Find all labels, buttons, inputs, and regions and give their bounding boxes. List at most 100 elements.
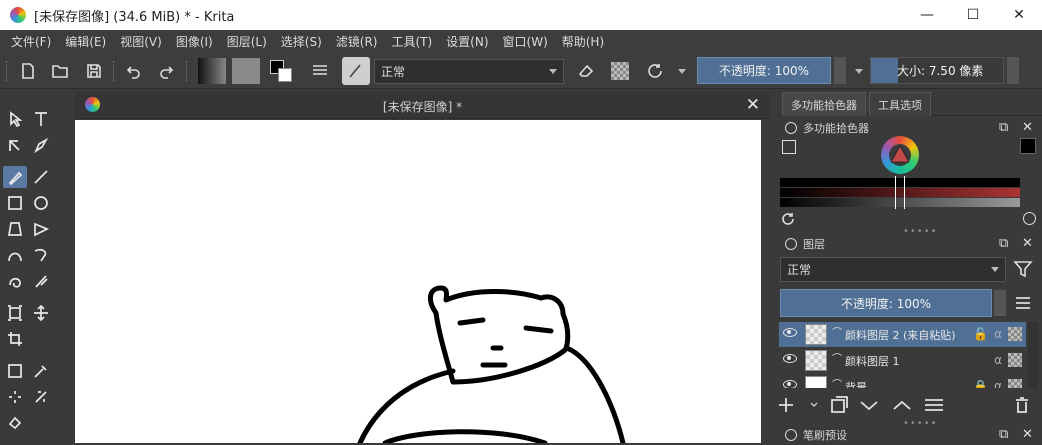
chevron-down-icon[interactable] (674, 59, 690, 83)
brush-preset-icon[interactable] (342, 57, 370, 85)
transform-tool-icon[interactable] (3, 302, 27, 324)
inherit-alpha-icon[interactable] (1008, 379, 1022, 388)
line-tool-icon[interactable] (29, 166, 53, 188)
assistant-tool-icon[interactable] (29, 386, 53, 408)
crop-tool-icon[interactable] (3, 328, 27, 350)
size-spin-buttons[interactable] (1007, 57, 1019, 84)
float-panel-icon[interactable]: ⧉ (999, 120, 1008, 135)
float-panel-icon[interactable]: ⧉ (999, 236, 1008, 251)
pattern-preset-icon[interactable] (232, 58, 260, 84)
menu-select[interactable]: 选择(S) (274, 33, 329, 50)
multibrush-tool-icon[interactable] (29, 270, 53, 292)
new-document-icon[interactable] (16, 59, 40, 83)
undo-icon[interactable] (122, 59, 146, 83)
calligraphy-tool-icon[interactable] (29, 134, 53, 156)
redo-icon[interactable] (154, 59, 178, 83)
menu-view[interactable]: 视图(V) (113, 33, 169, 50)
close-panel-icon[interactable]: ✕ (1022, 120, 1033, 135)
maximize-button[interactable]: ☐ (950, 0, 996, 30)
polygon-tool-icon[interactable] (3, 218, 27, 240)
color-picker-tool-icon[interactable] (29, 360, 53, 382)
alpha-icon[interactable]: α (994, 379, 1002, 388)
opacity-slider[interactable]: 不透明度: 100% (697, 57, 831, 84)
menu-help[interactable]: 帮助(H) (555, 33, 611, 50)
alpha-icon[interactable]: α (994, 353, 1002, 367)
fill-tool-icon[interactable] (3, 412, 27, 434)
layer-row[interactable]: ⌒ 颜料图层 2 (来自粘贴) 🔓 α (779, 322, 1026, 347)
gradient-preset-icon[interactable] (198, 58, 226, 84)
freehand-brush-tool-icon[interactable] (3, 166, 27, 188)
float-panel-icon[interactable]: ⧉ (999, 427, 1008, 442)
close-document-icon[interactable]: ✕ (746, 95, 760, 115)
smart-patch-tool-icon[interactable] (3, 386, 27, 408)
size-slider[interactable]: 大小: 7.50 像素 (870, 57, 1004, 84)
open-folder-icon[interactable] (48, 59, 72, 83)
eraser-icon[interactable] (574, 59, 598, 83)
refresh-icon[interactable] (781, 212, 795, 226)
rectangle-tool-icon[interactable] (3, 192, 27, 214)
chevron-down-icon[interactable] (852, 59, 866, 83)
save-icon[interactable] (82, 59, 106, 83)
layer-opacity-spin-buttons[interactable] (994, 290, 1006, 316)
menu-settings[interactable]: 设置(N) (439, 33, 495, 50)
alpha-lock-icon[interactable] (608, 59, 632, 83)
canvas-scrollbar[interactable] (761, 120, 770, 443)
hamburger-menu-icon[interactable] (1015, 296, 1031, 310)
eye-icon[interactable] (783, 328, 797, 337)
lock-icon[interactable] (785, 429, 797, 441)
canvas-tab-title[interactable]: [未保存图像] * (75, 98, 770, 115)
color-selector-settings-icon[interactable] (782, 140, 796, 154)
tab-advanced-color-selector[interactable]: 多功能拾色器 (782, 92, 866, 116)
lock-icon[interactable] (785, 122, 797, 134)
hue-ring[interactable] (881, 136, 919, 174)
menu-edit[interactable]: 编辑(E) (58, 33, 113, 50)
ellipse-tool-icon[interactable] (29, 192, 53, 214)
layers-scrollbar[interactable] (1028, 322, 1038, 388)
inherit-alpha-icon[interactable] (1008, 353, 1022, 367)
drawing-canvas[interactable] (75, 120, 761, 443)
eye-icon[interactable] (783, 354, 797, 363)
layer-blend-mode-select[interactable]: 正常 (780, 257, 1006, 282)
brush-editor-icon[interactable] (308, 59, 332, 83)
move-tool-icon[interactable] (29, 302, 53, 324)
layer-row[interactable]: ⌒ 颜料图层 1 α (779, 348, 1026, 373)
fg-bg-color-icon[interactable] (268, 58, 296, 84)
opacity-spin-buttons[interactable] (834, 57, 846, 84)
menu-image[interactable]: 图像(I) (169, 33, 220, 50)
color-triangle[interactable] (881, 136, 919, 174)
blend-mode-select[interactable]: 正常 (374, 59, 564, 84)
layer-row[interactable]: ⌒ 背景 🔒 α (779, 374, 1026, 388)
alpha-icon[interactable]: α (994, 327, 1002, 341)
minimize-button[interactable]: — (904, 0, 950, 30)
eye-icon[interactable] (783, 380, 797, 388)
lock-icon[interactable] (785, 238, 797, 250)
clear-icon[interactable] (1023, 212, 1036, 225)
menu-filter[interactable]: 滤镜(R) (329, 33, 385, 50)
toolbox (0, 90, 60, 443)
dynamic-brush-tool-icon[interactable] (3, 270, 27, 292)
close-window-button[interactable]: ✕ (996, 0, 1042, 30)
layer-row-icons: 🔓 α (973, 327, 1022, 341)
filter-icon[interactable] (1013, 260, 1035, 280)
close-panel-icon[interactable]: ✕ (1022, 236, 1033, 251)
menu-tools[interactable]: 工具(T) (384, 33, 439, 50)
inherit-alpha-icon[interactable] (1008, 327, 1022, 341)
select-shapes-tool-icon[interactable] (3, 108, 27, 130)
toolbar-handle[interactable] (6, 61, 8, 81)
menu-window[interactable]: 窗口(W) (496, 33, 555, 50)
lock-layer-icon[interactable]: 🔒 (973, 379, 988, 388)
edit-shapes-tool-icon[interactable] (3, 134, 27, 156)
freehand-path-tool-icon[interactable] (29, 244, 53, 266)
menu-layer[interactable]: 图层(L) (220, 33, 274, 50)
gradient-tool-icon[interactable] (3, 360, 27, 382)
text-tool-icon[interactable] (29, 108, 53, 130)
layer-opacity-slider[interactable]: 不透明度: 100% (780, 289, 992, 317)
menu-file[interactable]: 文件(F) (4, 33, 58, 50)
current-color-swatch[interactable] (1020, 138, 1036, 154)
polyline-tool-icon[interactable] (29, 218, 53, 240)
close-panel-icon[interactable]: ✕ (1022, 427, 1033, 442)
bezier-tool-icon[interactable] (3, 244, 27, 266)
lock-layer-icon[interactable]: 🔓 (973, 327, 988, 341)
reload-preset-icon[interactable] (642, 59, 668, 83)
tab-tool-options[interactable]: 工具选项 (869, 92, 931, 116)
